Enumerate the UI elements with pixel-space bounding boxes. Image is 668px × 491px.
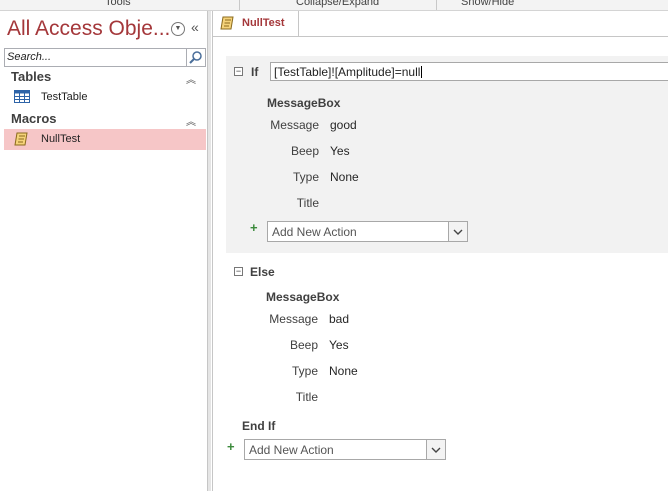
- nav-item-label: TestTable: [41, 91, 88, 103]
- ribbon-group-tools: Tools: [105, 0, 131, 8]
- macro-designer: NullTest − If [TestTable]![Amplitude]=nu…: [212, 11, 668, 491]
- arg-label-title: Title: [296, 196, 319, 210]
- macro-icon: [220, 16, 235, 33]
- else-messagebox-action[interactable]: MessageBox: [266, 290, 339, 304]
- collapse-else-icon[interactable]: −: [234, 267, 243, 276]
- ribbon-group-collapse-expand: Collapse/Expand: [296, 0, 380, 8]
- add-action-plus-icon: +: [250, 220, 258, 235]
- end-if-keyword: End If: [242, 419, 276, 433]
- arg-label-beep: Beep: [290, 144, 319, 158]
- condition-text: [TestTable]![Amplitude]=null: [274, 65, 421, 79]
- add-action-plus-icon: +: [227, 439, 235, 454]
- if-add-new-action-select[interactable]: Add New Action: [267, 221, 468, 242]
- nav-pane-title[interactable]: All Access Obje...: [7, 17, 170, 41]
- collapse-group-icon[interactable]: ︽: [186, 71, 196, 86]
- arg-label-type: Type: [291, 364, 318, 378]
- tab-label: NullTest: [242, 17, 285, 29]
- text-caret: [421, 66, 423, 78]
- if-condition-input[interactable]: [TestTable]![Amplitude]=null: [270, 62, 668, 81]
- tab-nulltest[interactable]: NullTest: [213, 11, 299, 36]
- nav-item-label: NullTest: [41, 133, 81, 145]
- ribbon-divider: [239, 0, 240, 10]
- arg-value-type[interactable]: None: [329, 364, 358, 378]
- nav-item-nulltest[interactable]: NullTest: [4, 129, 206, 150]
- arg-value-beep[interactable]: Yes: [329, 338, 349, 352]
- arg-label-type: Type: [292, 170, 319, 184]
- else-keyword: Else: [250, 265, 275, 279]
- ribbon-divider: [436, 0, 437, 10]
- arg-value-message[interactable]: good: [330, 118, 357, 132]
- nav-group-macros[interactable]: Macros: [11, 111, 57, 126]
- arg-label-beep: Beep: [289, 338, 318, 352]
- collapse-if-icon[interactable]: −: [234, 67, 243, 76]
- dropdown-arrow-icon[interactable]: [448, 222, 467, 241]
- dropdown-arrow-icon[interactable]: [426, 440, 445, 459]
- nav-search-box[interactable]: [4, 48, 206, 67]
- arg-label-title: Title: [295, 390, 318, 404]
- table-icon: [14, 90, 30, 106]
- macro-icon: [14, 132, 29, 149]
- arg-value-type[interactable]: None: [330, 170, 359, 184]
- if-messagebox-action[interactable]: MessageBox: [267, 96, 340, 110]
- shutter-bar-close-icon[interactable]: «: [191, 19, 199, 35]
- ribbon-group-labels: Tools Collapse/Expand Show/Hide: [0, 0, 668, 11]
- nav-item-testtable[interactable]: TestTable: [4, 87, 206, 108]
- arg-value-message[interactable]: bad: [329, 312, 349, 326]
- search-icon[interactable]: [186, 49, 205, 66]
- ribbon-group-show-hide: Show/Hide: [461, 0, 515, 8]
- nav-group-tables[interactable]: Tables: [11, 69, 51, 84]
- collapse-group-icon[interactable]: ︽: [186, 113, 196, 128]
- nav-menu-chevron-icon[interactable]: ▼: [171, 22, 185, 36]
- add-new-action-select[interactable]: Add New Action: [244, 439, 446, 460]
- nav-search-input[interactable]: [7, 50, 182, 64]
- pane-splitter[interactable]: [208, 11, 211, 491]
- navigation-pane: All Access Obje... ▼ « Tables ︽ TestTabl…: [0, 11, 208, 491]
- arg-value-beep[interactable]: Yes: [330, 144, 350, 158]
- arg-label-message: Message: [269, 312, 318, 326]
- arg-label-message: Message: [270, 118, 319, 132]
- add-action-text: Add New Action: [272, 225, 357, 239]
- add-action-text: Add New Action: [249, 443, 334, 457]
- document-tab-bar: NullTest: [213, 11, 668, 37]
- if-keyword: If: [251, 65, 259, 79]
